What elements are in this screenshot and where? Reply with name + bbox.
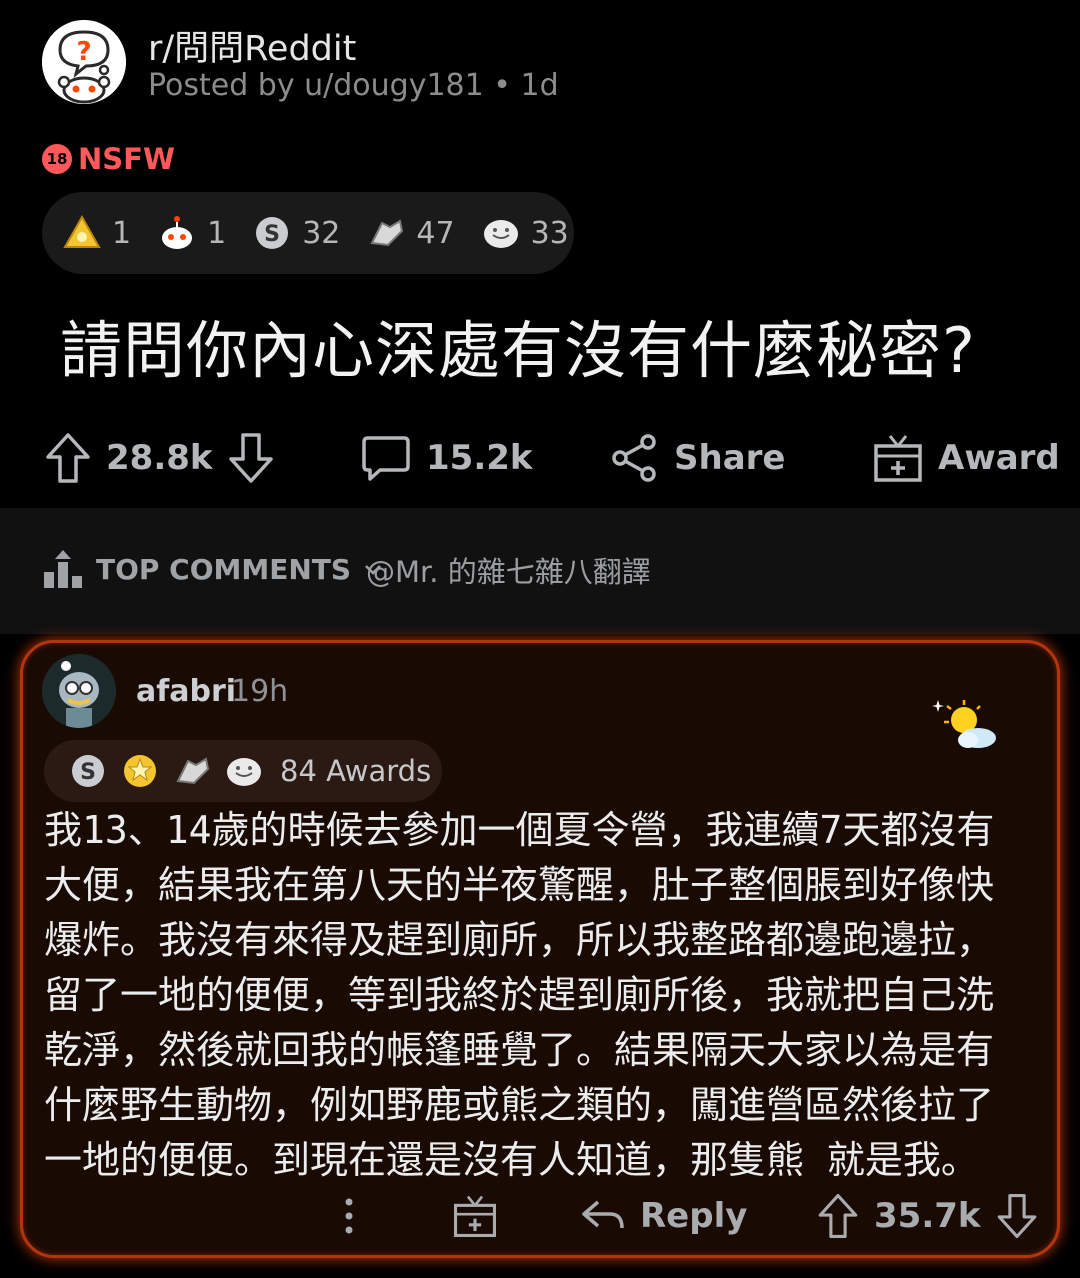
gold-star-award-icon [118,749,162,793]
snoo-avatar-icon [42,654,116,728]
comment-bubble-icon [362,436,410,481]
more-options-button[interactable] [336,1186,362,1246]
reply-label: Reply [640,1196,748,1236]
commenter-username[interactable]: afabri [136,674,236,709]
wholesome-award-icon [481,212,521,254]
comment-awards-bar[interactable]: S 84 Awards [44,740,442,802]
nsfw-18-icon: 18 [42,144,72,174]
comment-count: 15.2k [426,438,533,478]
helpful-hand-award-icon [170,749,214,793]
comment-action-bar: Reply 35.7k [0,1186,1080,1246]
svg-text:?: ? [76,37,91,67]
nsfw-label: NSFW [78,142,175,176]
sun-cloud-flair-icon [930,696,1000,752]
award-count: 47 [416,215,455,251]
award-count: 32 [302,215,341,251]
snoo-award-icon [157,212,197,254]
upvote-icon[interactable] [44,431,92,485]
commenter-avatar[interactable] [42,654,116,728]
top-sort-icon [44,550,82,588]
more-vertical-icon [345,1198,353,1234]
upvote-icon[interactable] [816,1192,860,1240]
gift-icon [453,1195,497,1238]
share-button[interactable]: Share [608,420,785,496]
subreddit-name[interactable]: r/問問Reddit [148,20,356,71]
award-count: 33 [530,215,569,251]
subreddit-avatar[interactable]: ? [42,20,126,104]
sort-dropdown[interactable]: TOP COMMENTS [42,548,383,590]
award-count: 1 [112,215,132,251]
wholesome-award-icon [222,749,266,793]
post-action-bar: 28.8k 15.2k Share Award [0,420,1080,496]
downvote-icon[interactable] [227,431,275,485]
awards-count-label: 84 Awards [280,754,432,788]
comments-button[interactable]: 15.2k [360,420,533,496]
gold-triangle-award-icon [62,212,102,254]
reply-button[interactable]: Reply [580,1186,747,1246]
comment-time: 19h [231,674,289,709]
svg-text:S: S [80,760,96,785]
share-icon [612,434,656,482]
share-label: Share [674,438,786,478]
award-count: 1 [207,215,227,251]
give-award-button[interactable] [452,1186,498,1246]
subreddit-snoo-question-icon: ? [42,20,126,104]
post-author-time[interactable]: Posted by u/dougy181 • 1d [148,68,559,103]
post-score: 28.8k [106,438,213,478]
post-title[interactable]: 請問你內心深處有沒有什麼秘密? [60,300,976,390]
translator-watermark: @Mr. 的雜七雜八翻譯 [366,555,651,589]
post-awards-bar[interactable]: 1 1 S 32 47 33 [42,192,574,274]
helpful-hand-award-icon [366,212,406,254]
downvote-icon[interactable] [995,1192,1039,1240]
sort-label: TOP COMMENTS [96,552,352,586]
nsfw-tag: 18 NSFW [42,142,175,176]
vote-group: 28.8k [44,420,275,496]
svg-text:S: S [264,222,280,247]
comment-score: 35.7k [874,1196,981,1236]
gift-icon [874,435,922,482]
comment-body: 我13、14歲的時候去參加一個夏令營，我連續7天都沒有 大便，結果我在第八天的半… [44,808,995,1182]
reply-arrow-icon [582,1200,624,1229]
award-button[interactable]: Award [872,420,1060,496]
award-label: Award [938,438,1060,478]
silver-award-icon: S [252,212,292,254]
silver-award-icon: S [66,749,110,793]
comment-vote-group: 35.7k [816,1186,1039,1246]
